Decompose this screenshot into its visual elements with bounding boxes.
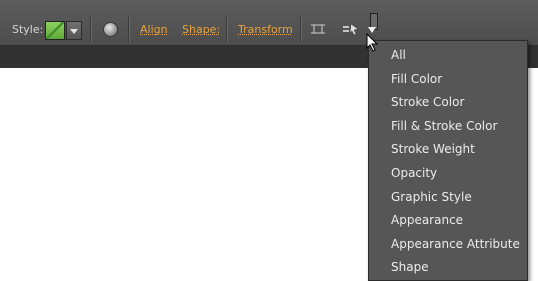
toolbar-separator	[226, 16, 227, 42]
recolor-globe-icon[interactable]	[103, 22, 118, 37]
shape-link[interactable]: Shape:	[182, 23, 220, 36]
graphic-style-swatch-icon[interactable]	[45, 21, 65, 40]
mouse-cursor-icon	[366, 33, 379, 52]
select-similar-icon[interactable]	[343, 23, 359, 35]
menu-item-appearance-attribute[interactable]: Appearance Attribute	[391, 237, 520, 251]
menu-item-all[interactable]: All	[391, 48, 406, 62]
menu-item-shape[interactable]: Shape	[391, 260, 429, 274]
menu-item-graphic-style[interactable]: Graphic Style	[391, 190, 472, 204]
toolbar-separator	[300, 16, 301, 42]
menu-item-stroke-color[interactable]: Stroke Color	[391, 95, 464, 109]
transform-link[interactable]: Transform	[238, 23, 293, 36]
toolbar-separator	[90, 16, 91, 42]
toolbar-separator	[128, 16, 129, 42]
select-similar-menu: All Fill Color Stroke Color Fill & Strok…	[368, 40, 528, 281]
style-label: Style:	[12, 23, 44, 36]
chevron-down-icon[interactable]	[66, 21, 82, 40]
menu-item-fill-color[interactable]: Fill Color	[391, 72, 442, 86]
menu-item-stroke-weight[interactable]: Stroke Weight	[391, 142, 475, 156]
align-link[interactable]: Align	[140, 23, 168, 36]
menu-item-appearance[interactable]: Appearance	[391, 213, 463, 227]
menu-item-opacity[interactable]: Opacity	[391, 166, 437, 180]
isolate-selection-icon[interactable]	[311, 23, 325, 35]
menu-item-fill-stroke-color[interactable]: Fill & Stroke Color	[391, 119, 497, 133]
